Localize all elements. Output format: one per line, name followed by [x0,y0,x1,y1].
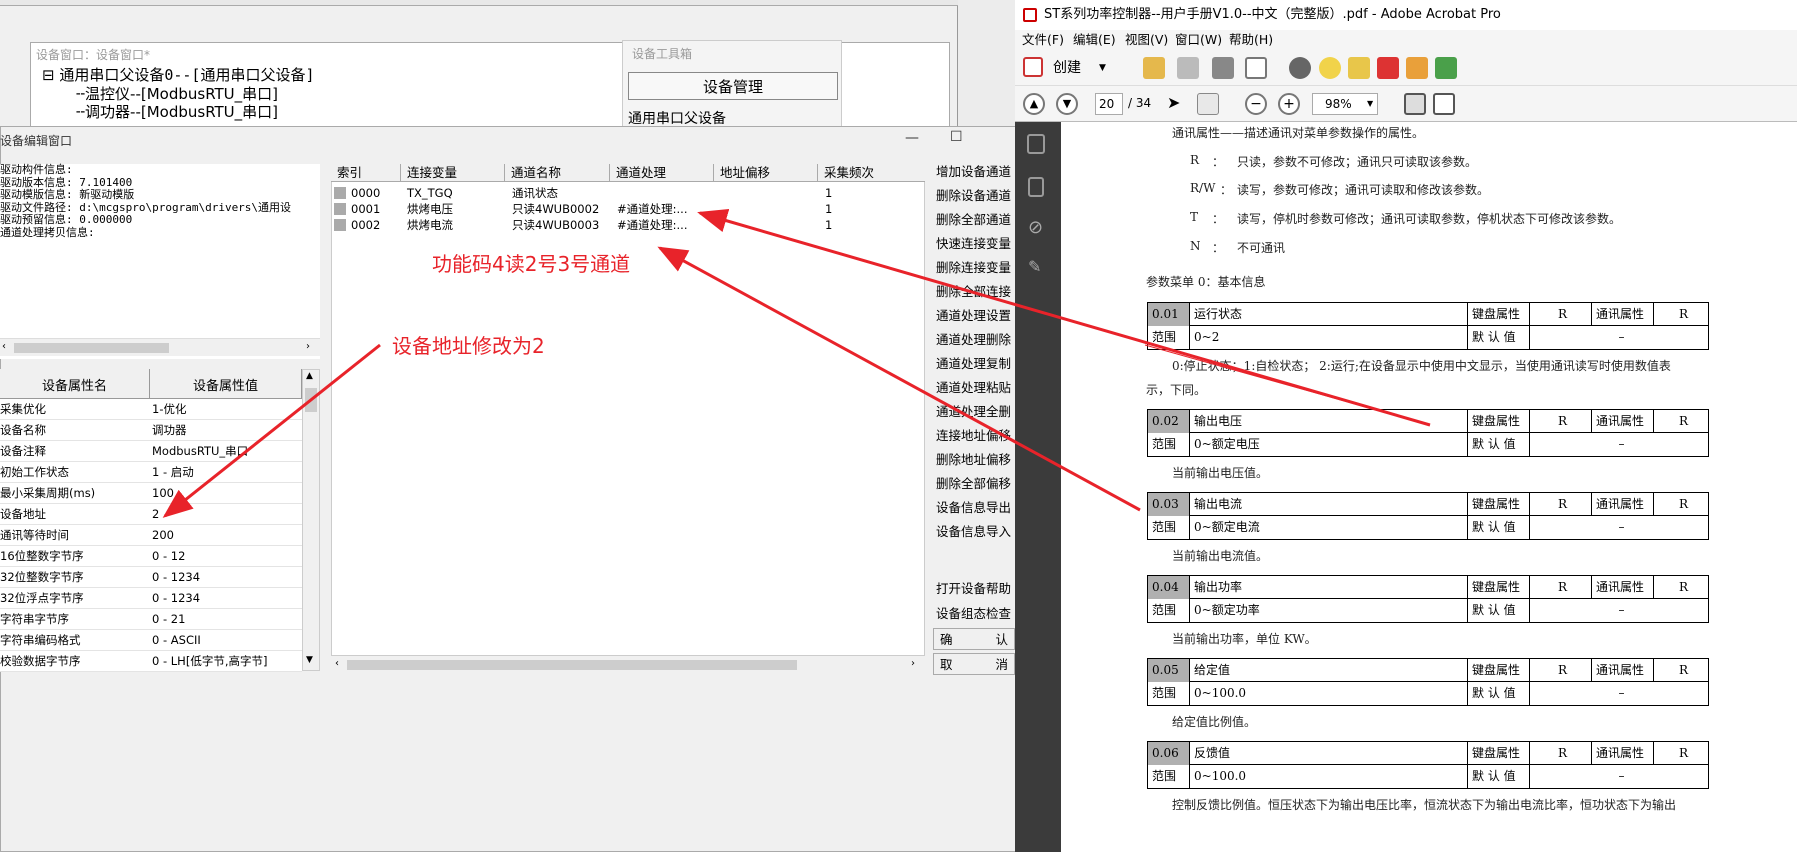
arrow-to-device-address [162,343,381,518]
arrow-to-channel-0002 [657,246,1141,512]
arrow-to-channel-0001 [697,209,1431,427]
arrow-tail [1144,344,1431,426]
annotation-arrows [162,209,1431,518]
